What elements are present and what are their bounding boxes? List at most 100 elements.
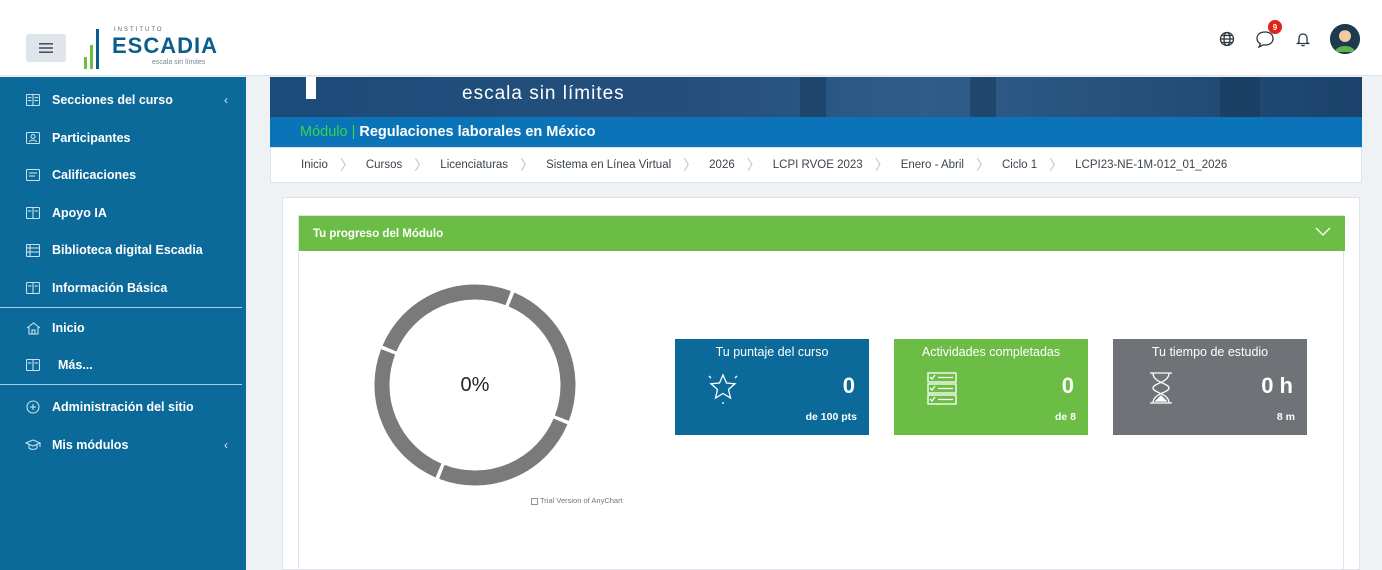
module-title-bar: Módulo | Regulaciones laborales en Méxic… [270,117,1362,147]
stat-study-time: Tu tiempo de estudio 0 h 8 m [1113,339,1307,435]
donut-segment [374,349,442,478]
sidebar-item-apoyo-ia[interactable]: Apoyo IA [0,195,246,231]
breadcrumb-separator-icon: 〉 [874,157,889,173]
sidebar-item-mis-modulos[interactable]: Mis módulos ‹ [0,427,246,463]
progress-percent-label: 0% [460,374,490,396]
home-icon [24,320,42,336]
breadcrumb-separator-icon: 〉 [414,157,429,173]
sidebar-item-calificaciones[interactable]: Calificaciones [0,157,246,193]
sidebar-item-label: Más... [58,358,93,372]
sidebar-item-label: Administración del sitio [52,400,194,414]
library-icon [24,242,42,258]
donut-segment [439,418,568,486]
progress-card-title: Tu progreso del Módulo [313,227,444,240]
breadcrumb-item-sistema[interactable]: Sistema en Línea Virtual [546,159,671,171]
escadia-logo[interactable]: INSTITUTO ESCADIA escala sin límites [84,23,234,71]
globe-icon[interactable] [1216,28,1238,50]
banner-logo-mark [306,77,316,99]
breadcrumb-separator-icon: 〉 [975,157,990,173]
user-avatar[interactable] [1330,24,1360,54]
bell-icon[interactable] [1292,28,1314,50]
hourglass-icon [1150,372,1172,404]
module-label: Módulo [300,124,348,140]
sidebar-item-biblioteca-digital[interactable]: Biblioteca digital Escadia [0,232,246,268]
breadcrumb-item-cursos[interactable]: Cursos [366,159,402,171]
stat-title: Tu puntaje del curso [715,345,829,359]
module-separator: | [351,124,356,140]
chevron-down-icon[interactable] [1315,224,1331,240]
sidebar-item-label: Secciones del curso [52,93,173,107]
sidebar-item-label: Inicio [52,321,85,335]
breadcrumb-item-period[interactable]: Enero - Abril [901,159,964,171]
breadcrumb-item-licenciaturas[interactable]: Licenciaturas [440,159,508,171]
stat-title: Tu tiempo de estudio [1151,345,1269,359]
hamburger-icon[interactable] [26,34,66,62]
sidebar-item-informacion-basica[interactable]: Información Básica [0,270,246,306]
donut-segment [382,284,511,352]
breadcrumb-item-lcpi[interactable]: LCPI RVOE 2023 [773,159,863,171]
breadcrumb-item-inicio[interactable]: Inicio [301,159,328,171]
book-icon [24,280,42,296]
donut-segment [508,292,576,421]
image-icon [531,497,538,505]
sidebar-item-label: Participantes [52,131,131,145]
banner-figure [800,77,826,117]
banner-tagline: escala sin límites [462,83,625,104]
stat-activities-completed: Actividades completadas 0 de 8 [894,339,1088,435]
chevron-left-icon: ‹ [224,438,228,452]
grades-icon [24,167,42,183]
stat-value: 0 [842,373,855,398]
checklist-icon [927,372,957,405]
breadcrumb-separator-icon: 〉 [520,157,535,173]
stat-sub: de 100 pts [805,411,857,423]
logo-tagline: escala sin límites [152,59,206,66]
message-badge: 9 [1268,20,1282,34]
chevron-left-icon: ‹ [224,93,228,107]
breadcrumb-item-cycle[interactable]: Ciclo 1 [1002,159,1037,171]
progress-card: Tu progreso del Módulo 0% Trial Version … [298,215,1345,570]
stat-value: 0 [1061,373,1074,398]
stat-sub: 8 m [1276,411,1295,423]
users-icon [24,130,42,146]
breadcrumb-item-course-code[interactable]: LCPI23-NE-1M-012_01_2026 [1075,159,1227,171]
sidebar-item-secciones-del-curso[interactable]: Secciones del curso ‹ [0,82,246,118]
graduation-icon [24,437,42,453]
sidebar: Secciones del curso ‹ Participantes Cali… [0,77,246,570]
plus-circle-icon [24,399,42,415]
sidebar-divider [0,307,242,308]
progress-card-header[interactable]: Tu progreso del Módulo [299,216,1345,251]
sidebar-item-participantes[interactable]: Participantes [0,120,246,156]
stat-title: Actividades completadas [921,345,1061,359]
logo-bars-icon [84,29,99,69]
banner-figure [1220,77,1260,117]
breadcrumb: Inicio 〉 Cursos 〉 Licenciaturas 〉 Sistem… [270,147,1362,183]
navbar-actions: 9 [1216,20,1360,54]
sidebar-item-inicio[interactable]: Inicio [0,310,246,346]
course-banner: escala sin límites [270,77,1362,117]
sidebar-item-label: Mis módulos [52,438,129,452]
banner-figure [970,77,996,117]
sidebar-divider [0,384,242,385]
sidebar-item-label: Información Básica [52,281,168,295]
star-icon [708,373,738,404]
sidebar-item-mas[interactable]: Más... [0,347,246,383]
anychart-trial-watermark: Trial Version of AnyChart [531,496,623,505]
chat-icon[interactable]: 9 [1254,20,1282,50]
stat-course-score: Tu puntaje del curso 0 de 100 pts [675,339,869,435]
stat-sub: de 8 [1054,411,1076,423]
book-icon [24,92,42,108]
sidebar-item-administracion[interactable]: Administración del sitio [0,389,246,425]
breadcrumb-item-year[interactable]: 2026 [709,159,735,171]
top-navbar: INSTITUTO ESCADIA escala sin límites 9 [0,0,1382,76]
module-name: Regulaciones laborales en México [359,124,596,140]
breadcrumb-separator-icon: 〉 [339,157,354,173]
stat-value: 0 h [1261,373,1293,398]
book-icon [24,357,42,373]
book-icon [24,205,42,221]
breadcrumb-separator-icon: 〉 [746,157,761,173]
breadcrumb-separator-icon: 〉 [683,157,698,173]
breadcrumb-separator-icon: 〉 [1049,157,1064,173]
sidebar-item-label: Calificaciones [52,168,137,182]
logo-name-text: ESCADIA [112,33,219,58]
sidebar-item-label: Apoyo IA [52,206,107,220]
